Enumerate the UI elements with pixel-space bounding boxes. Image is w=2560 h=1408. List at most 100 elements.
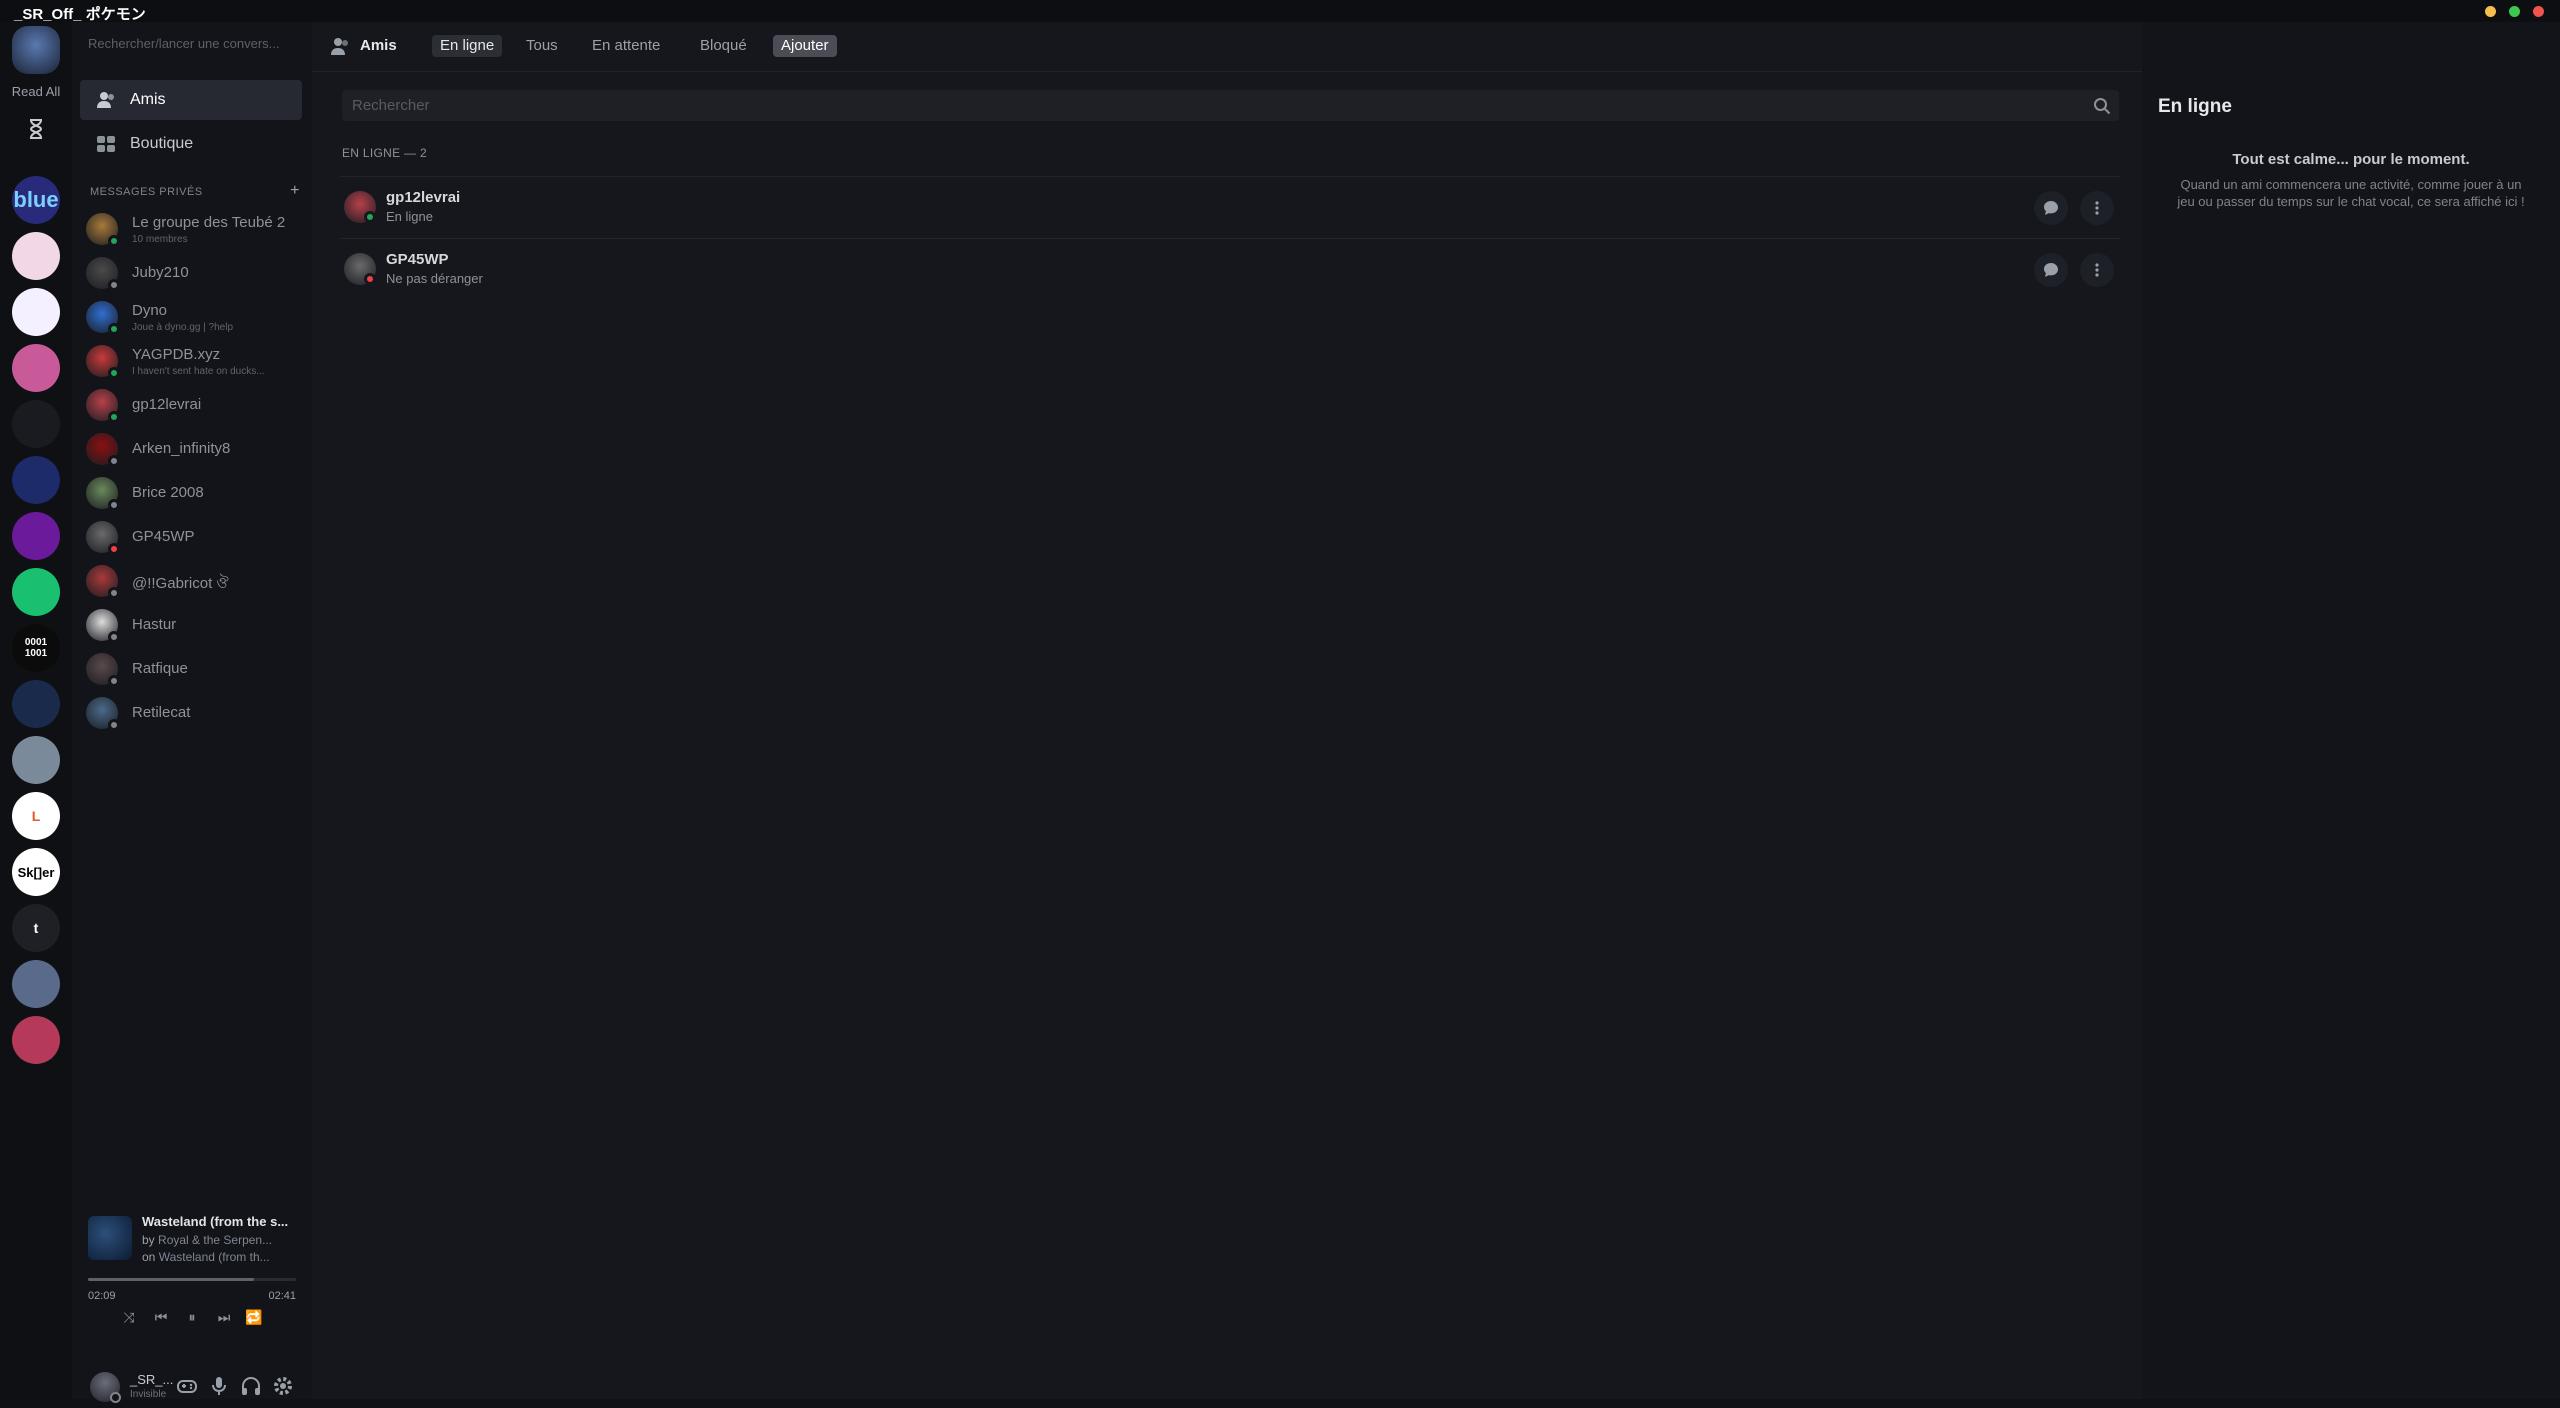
server-icon[interactable]: [12, 960, 60, 1008]
tab-blocked[interactable]: Bloqué: [692, 35, 755, 57]
server-label: 0001 1001: [24, 637, 48, 659]
online-count-header: EN LIGNE — 2: [342, 146, 427, 160]
home-button[interactable]: [12, 26, 60, 74]
dm-item[interactable]: Dyno Joue à dyno.gg | ?help: [80, 296, 302, 338]
status-indicator: [108, 411, 120, 423]
dm-item[interactable]: gp12levrai: [80, 384, 302, 426]
create-dm-button[interactable]: +: [290, 182, 300, 200]
status-indicator: [108, 631, 120, 643]
dm-item[interactable]: Brice 2008: [80, 472, 302, 514]
server-icon[interactable]: L: [12, 792, 60, 840]
track-album[interactable]: Wasteland (from th...: [159, 1250, 270, 1264]
server-icon[interactable]: [12, 232, 60, 280]
window-title: _SR_Off_ ポケモン: [14, 6, 146, 23]
chat-bubble-icon: [2044, 263, 2058, 277]
total-time: 02:41: [268, 1290, 296, 1302]
tab-pending[interactable]: En attente: [584, 35, 668, 57]
message-button[interactable]: [2034, 253, 2068, 287]
close-button[interactable]: [2533, 6, 2544, 17]
status-indicator: [364, 211, 376, 223]
nav-shop-label: Boutique: [130, 135, 194, 152]
friend-name: GP45WP: [386, 251, 449, 268]
repeat-icon[interactable]: 🔁: [243, 1306, 265, 1328]
server-icon[interactable]: [12, 680, 60, 728]
track-title[interactable]: Wasteland (from the s...: [142, 1214, 298, 1229]
dm-item[interactable]: Juby210: [80, 252, 302, 294]
status-indicator: [108, 279, 120, 291]
minimize-button[interactable]: [2485, 6, 2496, 17]
hourglass-icon[interactable]: [26, 118, 46, 140]
search-icon: [2094, 98, 2111, 115]
server-icon[interactable]: [12, 400, 60, 448]
dm-subtitle: I haven't sent hate on ducks...: [132, 366, 265, 377]
server-label: L: [31, 808, 41, 824]
server-icon[interactable]: [12, 512, 60, 560]
shuffle-icon[interactable]: ⤨: [118, 1306, 140, 1328]
status-indicator: [108, 587, 120, 599]
headphones-icon[interactable]: [240, 1375, 262, 1397]
dm-item[interactable]: YAGPDB.xyz I haven't sent hate on ducks..…: [80, 340, 302, 382]
dm-item[interactable]: Ratfique: [80, 648, 302, 690]
dm-item[interactable]: Le groupe des Teubé 2 10 membres: [80, 208, 302, 250]
server-icon[interactable]: blue: [12, 176, 60, 224]
friend-status: Ne pas déranger: [386, 271, 483, 286]
server-label: t: [33, 920, 39, 936]
empty-state-body: Quand un ami commencera une activité, co…: [2177, 177, 2525, 209]
track-artist-line: by Royal & the Serpen...: [142, 1233, 298, 1247]
server-icon[interactable]: [12, 1016, 60, 1064]
friend-row[interactable]: gp12levrai En ligne: [340, 176, 2120, 238]
tab-online[interactable]: En ligne: [432, 35, 503, 57]
dm-name: gp12levrai: [132, 396, 202, 413]
dm-item[interactable]: Arken_infinity8: [80, 428, 302, 470]
server-icon[interactable]: [12, 288, 60, 336]
dm-header: MESSAGES PRIVÉS +: [90, 182, 300, 199]
dm-subtitle: Joue à dyno.gg | ?help: [132, 322, 234, 333]
dm-name: GP45WP: [132, 528, 195, 545]
dm-item[interactable]: @!!Gabricot ঔ: [80, 560, 302, 602]
more-options-button[interactable]: [2080, 191, 2114, 225]
dm-name: Arken_infinity8: [132, 440, 231, 457]
dm-item[interactable]: Hastur: [80, 604, 302, 646]
server-icon[interactable]: [12, 456, 60, 504]
track-progress-fill: [88, 1278, 255, 1281]
dm-name: Brice 2008: [132, 484, 204, 501]
tab-all[interactable]: Tous: [518, 35, 566, 57]
status-indicator: [108, 367, 120, 379]
dm-name: Dyno: [132, 302, 168, 319]
nav-shop[interactable]: Boutique: [80, 124, 302, 164]
server-icon[interactable]: [12, 344, 60, 392]
server-icon[interactable]: 0001 1001: [12, 624, 60, 672]
nav-friends[interactable]: Amis: [80, 80, 302, 120]
server-icon[interactable]: [12, 736, 60, 784]
message-button[interactable]: [2034, 191, 2068, 225]
more-vertical-icon: [2095, 263, 2099, 277]
maximize-button[interactable]: [2509, 6, 2520, 17]
next-icon[interactable]: ⏭: [213, 1306, 235, 1328]
track-artist[interactable]: Royal & the Serpen...: [158, 1233, 272, 1247]
chat-bubble-icon: [2044, 201, 2058, 215]
nav-friends-label: Amis: [130, 91, 166, 108]
track-album-line: on Wasteland (from th...: [142, 1250, 298, 1264]
tab-add-friend[interactable]: Ajouter: [773, 35, 837, 57]
friend-row[interactable]: GP45WP Ne pas déranger: [340, 238, 2120, 300]
gamepad-icon[interactable]: [176, 1375, 198, 1397]
server-icon[interactable]: [12, 568, 60, 616]
activity-panel: En ligne Tout est calme... pour le momen…: [2142, 22, 2560, 1399]
read-all-button[interactable]: Read All: [0, 84, 72, 99]
user-name[interactable]: _SR_...: [130, 1372, 173, 1387]
friend-name: gp12levrai: [386, 189, 461, 206]
microphone-icon[interactable]: [208, 1375, 230, 1397]
dm-item[interactable]: Retilecat: [80, 692, 302, 734]
conversation-search-input[interactable]: Rechercher/lancer une convers...: [88, 36, 298, 58]
server-icon[interactable]: Sk[]er: [12, 848, 60, 896]
status-indicator: [108, 323, 120, 335]
friend-search-input[interactable]: [342, 90, 2082, 121]
more-options-button[interactable]: [2080, 253, 2114, 287]
settings-gear-icon[interactable]: [272, 1375, 294, 1397]
server-icon[interactable]: t: [12, 904, 60, 952]
track-progress-bar[interactable]: [88, 1278, 296, 1281]
friend-status: En ligne: [386, 209, 433, 224]
dm-item[interactable]: GP45WP: [80, 516, 302, 558]
previous-icon[interactable]: ⏮: [150, 1306, 172, 1328]
pause-icon[interactable]: ⏸: [181, 1306, 203, 1328]
